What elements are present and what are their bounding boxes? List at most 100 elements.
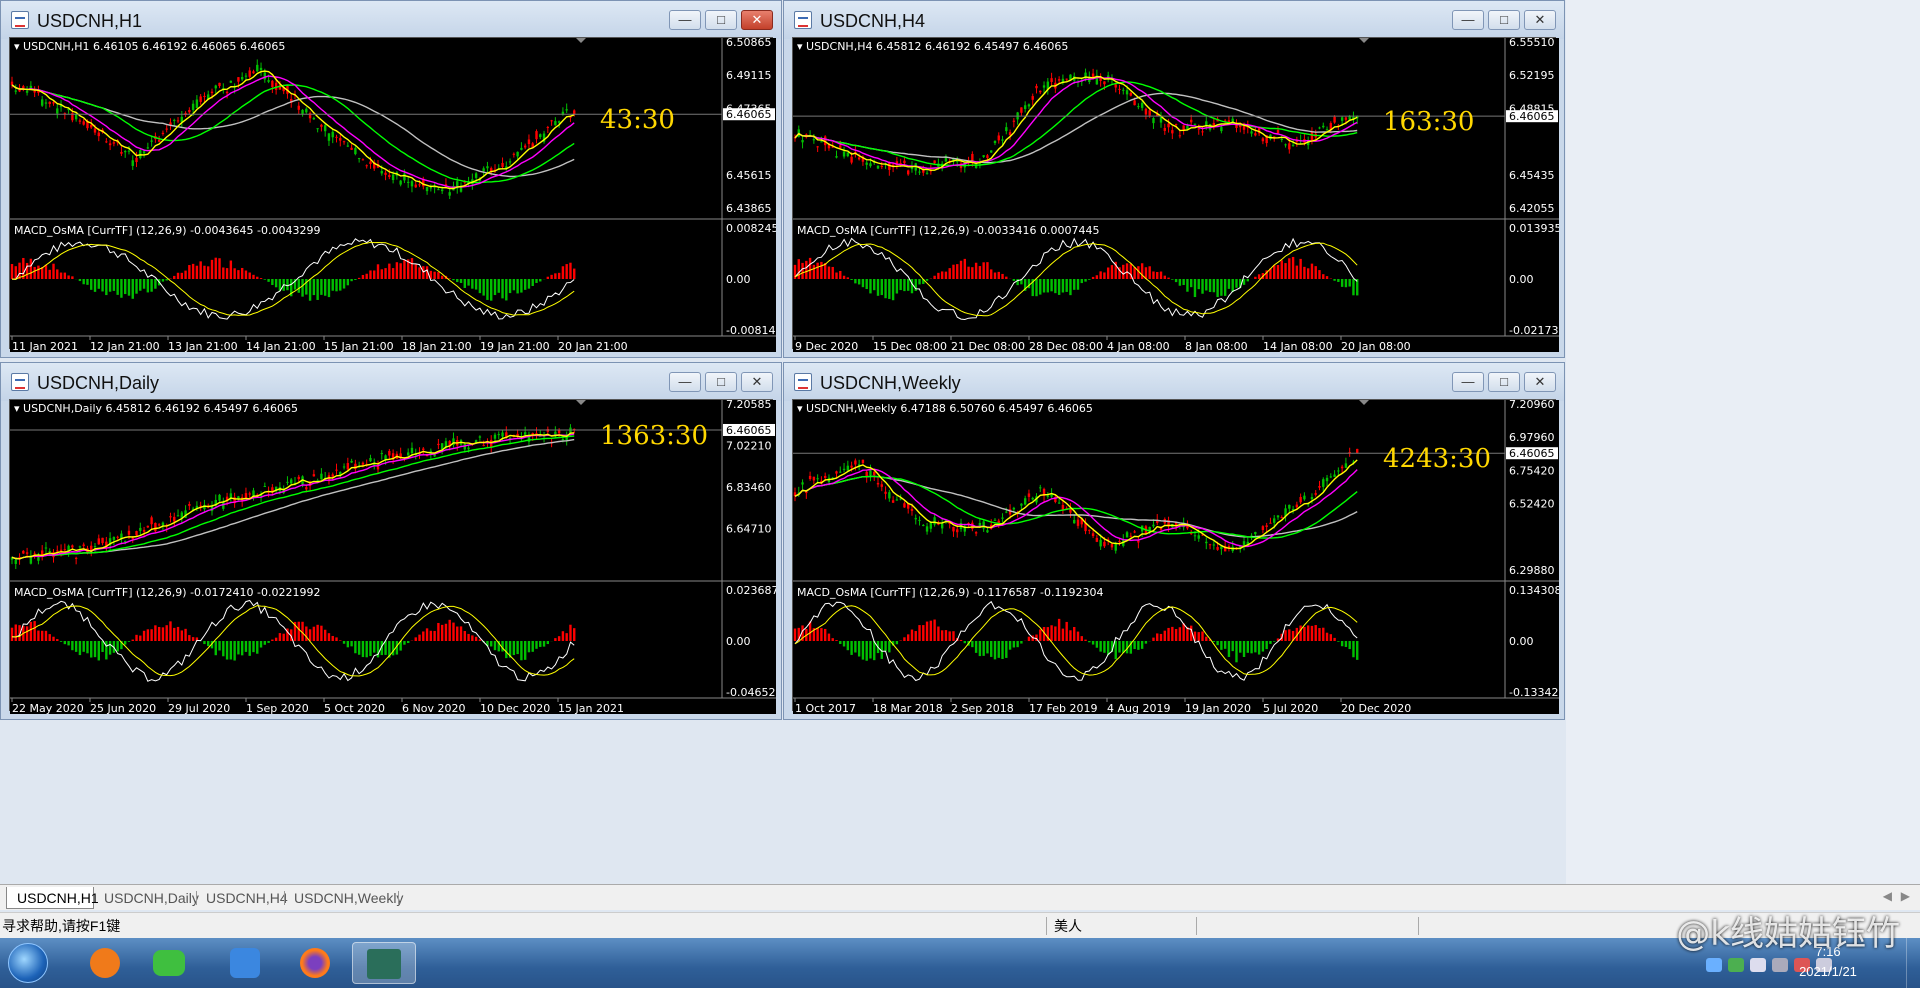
show-desktop-button[interactable]	[1906, 938, 1920, 988]
tab-usdcnh-weekly[interactable]: USDCNH,Weekly	[284, 887, 413, 909]
macd-histogram-bar	[805, 260, 808, 279]
title-bar[interactable]: USDCNH,Weekly — □ ✕	[784, 363, 1564, 401]
candle-body	[116, 536, 119, 538]
macd-histogram-bar	[90, 641, 93, 658]
price-chart[interactable]: 7.20960 6.97960 6.75420 6.52420 6.46065 6.298…	[793, 400, 1559, 714]
macd-histogram-bar	[373, 641, 376, 653]
tray-icon-1[interactable]	[1706, 958, 1722, 972]
macd-histogram-bar	[286, 279, 289, 291]
title-bar[interactable]: USDCNH,H4 — □ ✕	[784, 1, 1564, 39]
bar-countdown: 163:30	[1383, 107, 1474, 137]
macd-histogram-bar	[910, 629, 914, 641]
macd-histogram-bar	[335, 279, 338, 292]
price-chart[interactable]: 7.20585 7.02210 6.83460 6.64710 6.46065 ▾ USD…	[10, 400, 776, 714]
macd-histogram-bar	[240, 641, 244, 656]
macd-histogram-bar	[1201, 631, 1204, 641]
candle-body	[169, 516, 172, 518]
chart-area[interactable]: 7.20960 6.97960 6.75420 6.52420 6.46065 6.298…	[792, 399, 1559, 714]
price-chart[interactable]: 6.508656.491156.473656.460656.456156.438…	[10, 38, 776, 352]
chart-area[interactable]: 6.55510 6.52195 6.48815 6.46065 6.45435 6.420…	[792, 37, 1559, 352]
taskbar-app-wechat[interactable]	[142, 942, 196, 984]
app-orange-icon	[90, 948, 120, 978]
macd-histogram-bar	[1095, 275, 1099, 279]
chart-window-weekly[interactable]: USDCNH,Weekly — □ ✕ 7.20960 6.97960 6.7542…	[783, 362, 1565, 720]
taskbar-app-orange[interactable]	[78, 942, 132, 984]
maximize-button[interactable]: □	[1488, 372, 1520, 392]
macd-axis-label: 0.0082457	[726, 222, 776, 235]
macd-histogram-bar	[1099, 271, 1102, 279]
macd-histogram-bar	[1103, 641, 1106, 653]
candle-body	[237, 77, 240, 82]
taskbar-app-notes[interactable]	[218, 942, 272, 984]
maximize-button[interactable]: □	[705, 10, 737, 30]
tray-icon-3[interactable]	[1750, 958, 1766, 972]
macd-histogram-bar	[1027, 636, 1031, 641]
chart-window-h4[interactable]: USDCNH,H4 — □ ✕ 6.55510 6.52195 6.48815 6.4…	[783, 0, 1565, 358]
macd-histogram-bar	[274, 637, 278, 641]
macd-histogram-bar	[823, 263, 827, 279]
candle-body	[850, 465, 853, 468]
chart-area[interactable]: 7.20585 7.02210 6.83460 6.64710 6.46065 ▾ USD…	[9, 399, 776, 714]
macd-histogram-bar	[67, 641, 70, 646]
macd-histogram-bar	[180, 630, 183, 641]
chart-window-icon	[794, 373, 812, 391]
candle-body	[10, 81, 14, 85]
tab-scroll-right-icon[interactable]: ▶	[1901, 889, 1910, 903]
candle-body	[1020, 503, 1023, 506]
tab-usdcnh-h1[interactable]: USDCNH,H1	[6, 887, 99, 909]
candle-body	[891, 500, 895, 503]
candle-body	[139, 150, 142, 159]
close-button[interactable]: ✕	[1524, 372, 1556, 392]
macd-histogram-bar	[846, 641, 850, 651]
candle-body	[161, 132, 165, 134]
candle-body	[993, 519, 997, 521]
candle-body	[816, 146, 819, 148]
tray-icon-2[interactable]	[1728, 958, 1744, 972]
macd-histogram-bar	[1095, 641, 1099, 648]
tray-icon-4[interactable]	[1772, 958, 1788, 972]
candle-body	[135, 157, 138, 163]
macd-histogram-bar	[1008, 641, 1012, 650]
minimize-button[interactable]: —	[669, 10, 701, 30]
macd-histogram-bar	[839, 270, 842, 279]
minimize-button[interactable]: —	[1452, 10, 1484, 30]
candle-body	[823, 475, 827, 478]
macd-histogram-bar	[873, 641, 876, 661]
title-bar[interactable]: USDCNH,H1 — □ ✕	[1, 1, 781, 39]
empty-workspace	[1566, 0, 1920, 884]
chart-window-h1[interactable]: USDCNH,H1 — □ ✕ 6.508656.491156.473656.4…	[0, 0, 782, 358]
title-bar[interactable]: USDCNH,Daily — □ ✕	[1, 363, 781, 401]
candle-body	[956, 529, 959, 533]
tab-scroll-left-icon[interactable]: ◀	[1883, 889, 1892, 903]
close-button[interactable]: ✕	[741, 372, 773, 392]
close-button[interactable]: ✕	[741, 10, 773, 30]
taskbar-app-trading[interactable]	[352, 942, 416, 984]
candle-body	[173, 119, 176, 121]
chart-window-daily[interactable]: USDCNH,Daily — □ ✕ 7.20585 7.02210 6.83460…	[0, 362, 782, 720]
start-button[interactable]	[8, 943, 48, 983]
chart-area[interactable]: 6.508656.491156.473656.460656.456156.438…	[9, 37, 776, 352]
macd-histogram-bar	[1220, 279, 1223, 296]
tab-usdcnh-h4[interactable]: USDCNH,H4	[196, 887, 298, 909]
macd-histogram-bar	[256, 276, 259, 279]
minimize-button[interactable]: —	[669, 372, 701, 392]
taskbar-app-firefox[interactable]	[288, 942, 342, 984]
macd-histogram-bar	[222, 641, 225, 657]
price-axis-label: 6.46065	[1509, 447, 1555, 460]
macd-histogram-bar	[831, 266, 834, 279]
macd-histogram-bar	[907, 634, 910, 641]
price-axis-label: 6.83460	[726, 481, 772, 494]
candle-body	[105, 141, 108, 143]
taskbar-date[interactable]: 2021/1/21	[1788, 964, 1868, 979]
price-chart[interactable]: 6.555106.521956.488156.460656.454356.420…	[793, 38, 1559, 352]
close-button[interactable]: ✕	[1524, 10, 1556, 30]
candle-body	[93, 128, 97, 133]
maximize-button[interactable]: □	[1488, 10, 1520, 30]
macd-histogram-bar	[440, 275, 444, 279]
minimize-button[interactable]: —	[1452, 372, 1484, 392]
maximize-button[interactable]: □	[705, 372, 737, 392]
macd-histogram-bar	[1295, 265, 1299, 279]
macd-histogram-bar	[1012, 641, 1016, 648]
tab-usdcnh-daily[interactable]: USDCNH,Daily	[94, 887, 209, 909]
macd-histogram-bar	[1163, 630, 1166, 641]
